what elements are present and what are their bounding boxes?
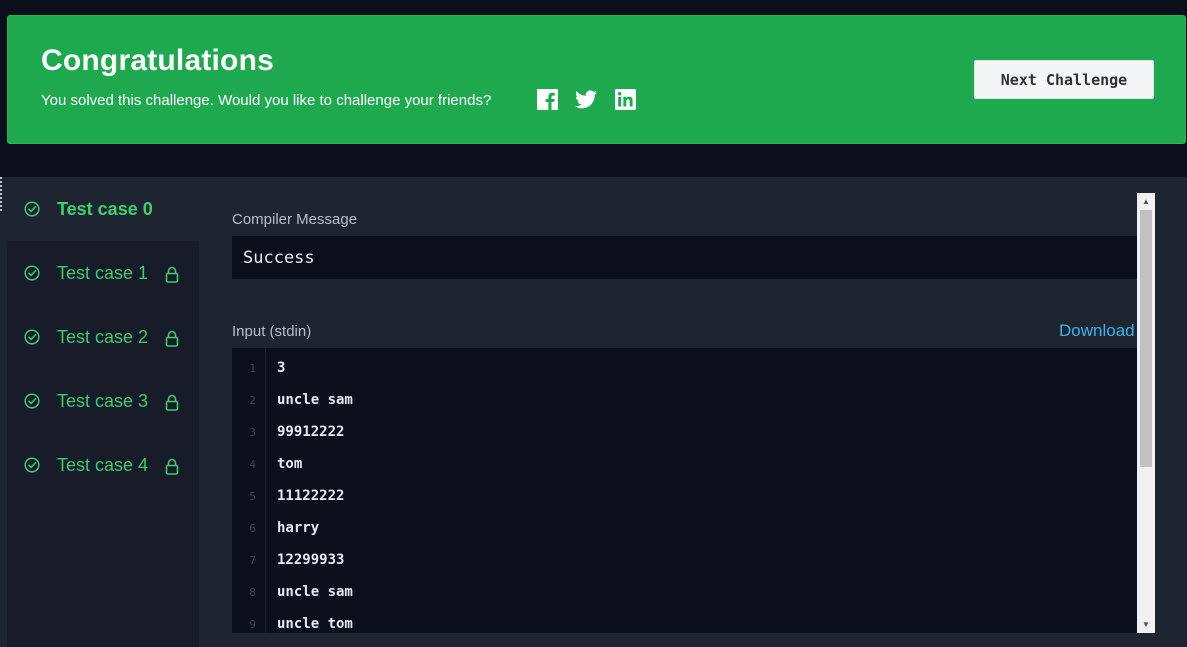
line-number: 5 [249, 490, 256, 503]
line-number: 1 [249, 362, 256, 375]
code-line: 5 11122222 [232, 482, 1137, 514]
scroll-up-arrow-icon[interactable]: ▲ [1137, 193, 1155, 210]
line-number: 4 [249, 458, 256, 471]
code-line: 3 99912222 [232, 418, 1137, 450]
banner-title: Congratulations [41, 44, 274, 77]
line-text: tom [277, 456, 303, 472]
test-case-1[interactable]: Test case 1 [7, 241, 199, 305]
stdin-code-view[interactable]: 1 3 2 uncle sam 3 99912222 4 tom 5 11122… [232, 348, 1137, 633]
scroll-down-arrow-icon[interactable]: ▼ [1137, 616, 1155, 633]
code-line: 7 12299933 [232, 546, 1137, 578]
download-link[interactable]: Download [1059, 321, 1135, 341]
lock-icon [165, 394, 179, 411]
line-text: uncle sam [277, 392, 353, 408]
test-case-3[interactable]: Test case 3 [7, 369, 199, 433]
code-line: 8 uncle sam [232, 578, 1137, 610]
banner-subtitle: You solved this challenge. Would you lik… [41, 92, 492, 109]
compiler-message-box: Success [232, 236, 1137, 279]
line-text: 99912222 [277, 424, 345, 440]
line-number: 2 [249, 394, 256, 407]
lock-icon [165, 330, 179, 347]
test-case-label: Test case 0 [57, 198, 153, 219]
lock-icon [165, 458, 179, 475]
lock-icon [165, 266, 179, 283]
line-number: 3 [249, 426, 256, 439]
check-circle-icon [24, 201, 40, 217]
test-case-4[interactable]: Test case 4 [7, 433, 199, 497]
line-text: 3 [277, 360, 286, 376]
code-line: 6 harry [232, 514, 1137, 546]
code-line: 1 3 [232, 354, 1137, 386]
line-text: uncle sam [277, 584, 353, 600]
congratulations-banner: Congratulations You solved this challeng… [7, 15, 1186, 144]
line-number: 6 [249, 522, 256, 535]
test-case-0[interactable]: Test case 0 [7, 177, 199, 241]
test-case-label: Test case 3 [57, 390, 149, 411]
code-line: 4 tom [232, 450, 1137, 482]
test-case-label: Test case 2 [57, 326, 149, 347]
facebook-icon[interactable] [536, 88, 558, 110]
check-circle-icon [24, 393, 40, 409]
linkedin-icon[interactable] [614, 88, 636, 110]
scroll-thumb[interactable] [1140, 210, 1152, 467]
check-circle-icon [24, 457, 40, 473]
test-case-2[interactable]: Test case 2 [7, 305, 199, 369]
code-line: 9 uncle tom [232, 610, 1137, 633]
line-text: harry [277, 520, 320, 536]
line-text: 11122222 [277, 488, 345, 504]
line-text: 12299933 [277, 552, 345, 568]
resize-handle[interactable] [0, 177, 2, 211]
line-number: 7 [249, 554, 256, 567]
line-number: 9 [249, 618, 256, 631]
twitter-icon[interactable] [575, 88, 597, 110]
check-circle-icon [24, 329, 40, 345]
test-case-sidebar: Test case 0 Test case 1 Test case 2 Test… [7, 177, 199, 647]
vertical-scrollbar[interactable]: ▲ ▼ [1137, 193, 1155, 633]
check-circle-icon [24, 265, 40, 281]
share-icons [536, 88, 636, 110]
line-number: 8 [249, 586, 256, 599]
line-text: uncle tom [277, 616, 353, 632]
code-line: 2 uncle sam [232, 386, 1137, 418]
test-case-label: Test case 1 [57, 262, 149, 283]
input-label: Input (stdin) [232, 323, 312, 340]
next-challenge-button[interactable]: Next Challenge [974, 60, 1154, 99]
compiler-message-label: Compiler Message [232, 211, 358, 228]
test-case-label: Test case 4 [57, 454, 149, 475]
